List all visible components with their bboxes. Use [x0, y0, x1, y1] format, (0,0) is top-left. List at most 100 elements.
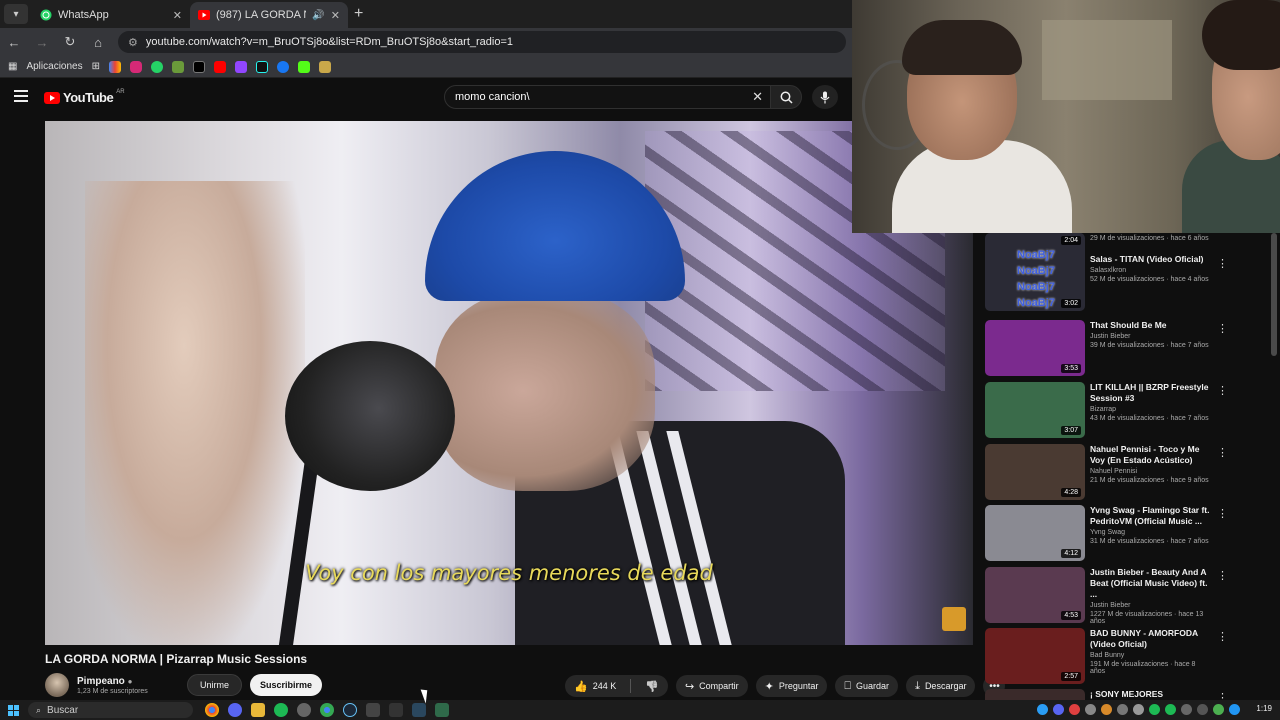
file-explorer-icon[interactable]: [251, 703, 265, 717]
avatar[interactable]: [45, 673, 69, 697]
bookmark-folder-icon[interactable]: [319, 60, 331, 73]
speaker-icon[interactable]: 🔊: [312, 10, 324, 21]
tab-whatsapp[interactable]: WhatsApp ✕: [32, 2, 190, 28]
video-channel[interactable]: Bizarrap: [1090, 406, 1210, 413]
list-item[interactable]: 2:57 BAD BUNNY - AMORFODA (Video Oficial…: [985, 628, 1270, 686]
video-player[interactable]: Voy con los mayores menores de edad: [45, 121, 973, 645]
tray-icon[interactable]: [1149, 704, 1160, 715]
list-item[interactable]: 4:28 Nahuel Pennisi - Toco y Me Voy (En …: [985, 444, 1270, 502]
minecraft-icon[interactable]: [172, 60, 184, 73]
app-icon[interactable]: [435, 703, 449, 717]
video-thumbnail[interactable]: 3:53: [985, 320, 1085, 376]
instagram-icon[interactable]: [130, 60, 142, 73]
youtube-icon[interactable]: [214, 60, 226, 73]
video-channel[interactable]: Bad Bunny: [1090, 652, 1210, 659]
voice-search-button[interactable]: [812, 85, 838, 109]
video-title[interactable]: LIT KILLAH || BZRP Freestyle Session #3: [1090, 382, 1210, 404]
video-title[interactable]: BAD BUNNY - AMORFODA (Video Oficial): [1090, 628, 1210, 650]
share-button[interactable]: ↪ Compartir: [675, 675, 748, 697]
video-channel[interactable]: Justin Bieber: [1090, 333, 1210, 340]
video-channel[interactable]: Yvng Swag: [1090, 529, 1210, 536]
bookmark-apps[interactable]: Aplicaciones: [26, 61, 82, 72]
kebab-menu-icon[interactable]: ⋮: [1217, 384, 1228, 397]
kebab-menu-icon[interactable]: ⋮: [1217, 507, 1228, 520]
tiktok-icon[interactable]: [256, 60, 268, 73]
settings-icon[interactable]: [297, 703, 311, 717]
tray-icon[interactable]: [1101, 704, 1112, 715]
app-icon[interactable]: [389, 703, 403, 717]
home-icon[interactable]: ⌂: [90, 35, 106, 50]
whatsapp-icon[interactable]: [151, 60, 163, 73]
video-thumbnail[interactable]: 3:07: [985, 382, 1085, 438]
new-tab-button[interactable]: +: [348, 5, 371, 28]
kick-icon[interactable]: [298, 60, 310, 73]
like-button[interactable]: 👍 244 K: [565, 675, 625, 697]
video-channel[interactable]: Salasxlkron: [1090, 267, 1210, 274]
join-button[interactable]: Unirme: [187, 674, 243, 696]
steam-icon[interactable]: [412, 703, 426, 717]
menu-icon[interactable]: [14, 90, 28, 105]
tray-icon[interactable]: [1069, 704, 1080, 715]
tray-icon[interactable]: [1085, 704, 1096, 715]
steam-icon[interactable]: [343, 703, 357, 717]
gmail-icon[interactable]: [109, 60, 121, 73]
taskbar-clock[interactable]: 1:19: [1256, 704, 1272, 713]
url-input[interactable]: ⚙ youtube.com/watch?v=m_BruOTSj8o&list=R…: [118, 31, 846, 53]
kebab-menu-icon[interactable]: ⋮: [1217, 446, 1228, 459]
spotify-icon[interactable]: [274, 703, 288, 717]
youtube-logo[interactable]: YouTube AR: [44, 89, 125, 105]
download-button[interactable]: ⤓ Descargar: [906, 675, 976, 697]
video-title[interactable]: That Should Be Me: [1090, 320, 1210, 331]
video-title[interactable]: Salas - TITAN (Video Oficial): [1090, 254, 1210, 265]
video-channel[interactable]: Justin Bieber: [1090, 602, 1210, 609]
chrome-icon[interactable]: [320, 703, 334, 717]
tab-search-menu-button[interactable]: ▾: [4, 4, 28, 24]
video-title[interactable]: ¡ SONY MEJORES MOMENTOS: [1090, 689, 1210, 700]
reload-icon[interactable]: ↻: [62, 34, 78, 50]
kebab-menu-icon[interactable]: ⋮: [1217, 630, 1228, 643]
kebab-menu-icon[interactable]: ⋮: [1217, 322, 1228, 335]
ask-button[interactable]: ✦ Preguntar: [755, 675, 828, 697]
video-thumbnail[interactable]: [985, 689, 1085, 700]
list-item[interactable]: NoaBj7 NoaBj7 NoaBj7 NoaBj7 2:04 3:02 29…: [985, 233, 1270, 311]
tab-youtube[interactable]: (987) LA GORDA NORMA | 🔊 ✕: [190, 2, 348, 28]
app-icon[interactable]: [366, 703, 380, 717]
apps-grid-icon[interactable]: ▦: [8, 61, 17, 72]
video-title[interactable]: Justin Bieber - Beauty And A Beat (Offic…: [1090, 567, 1210, 600]
facebook-icon[interactable]: [277, 60, 289, 73]
sidebar-scrollbar[interactable]: [1271, 233, 1277, 356]
tray-icon[interactable]: [1053, 704, 1064, 715]
tray-icon[interactable]: [1213, 704, 1224, 715]
search-input[interactable]: momo cancion\ ✕: [444, 85, 772, 109]
video-thumbnail[interactable]: 4:12: [985, 505, 1085, 561]
kebab-menu-icon[interactable]: ⋮: [1217, 257, 1228, 270]
save-button[interactable]: ⎕ Guardar: [835, 675, 899, 697]
dislike-button[interactable]: 👎: [636, 675, 668, 697]
tray-icon[interactable]: [1165, 704, 1176, 715]
grid-icon[interactable]: ⊞: [92, 61, 100, 72]
search-button[interactable]: [770, 85, 802, 109]
twitch-icon[interactable]: [235, 60, 247, 73]
tray-icon[interactable]: [1181, 704, 1192, 715]
video-thumbnail[interactable]: 2:57: [985, 628, 1085, 684]
tray-icon[interactable]: [1117, 704, 1128, 715]
list-item[interactable]: ¡ SONY MEJORES MOMENTOS ⋮: [985, 689, 1270, 700]
channel-watermark[interactable]: [942, 607, 966, 631]
close-icon[interactable]: ✕: [173, 9, 182, 22]
x-icon[interactable]: [193, 60, 205, 73]
video-thumbnail[interactable]: 4:53: [985, 567, 1085, 623]
list-item[interactable]: 4:53 Justin Bieber - Beauty And A Beat (…: [985, 567, 1270, 625]
video-thumbnail[interactable]: NoaBj7 NoaBj7 NoaBj7 NoaBj7 2:04 3:02: [985, 233, 1085, 311]
video-title[interactable]: Nahuel Pennisi - Toco y Me Voy (En Estad…: [1090, 444, 1210, 466]
site-info-icon[interactable]: ⚙: [128, 36, 138, 49]
subscribe-button[interactable]: Suscribirme: [250, 674, 323, 696]
forward-arrow-icon[interactable]: →: [34, 35, 50, 50]
kebab-menu-icon[interactable]: ⋮: [1217, 569, 1228, 582]
clear-search-icon[interactable]: ✕: [752, 89, 763, 105]
list-item[interactable]: 4:12 Yvng Swag - Flamingo Star ft. Pedri…: [985, 505, 1270, 563]
discord-icon[interactable]: [228, 703, 242, 717]
video-channel[interactable]: Nahuel Pennisi: [1090, 468, 1210, 475]
video-thumbnail[interactable]: 4:28: [985, 444, 1085, 500]
video-title[interactable]: Yvng Swag - Flamingo Star ft. PedritoVM …: [1090, 505, 1210, 527]
taskbar-search-input[interactable]: ⌕ Buscar: [28, 702, 193, 718]
